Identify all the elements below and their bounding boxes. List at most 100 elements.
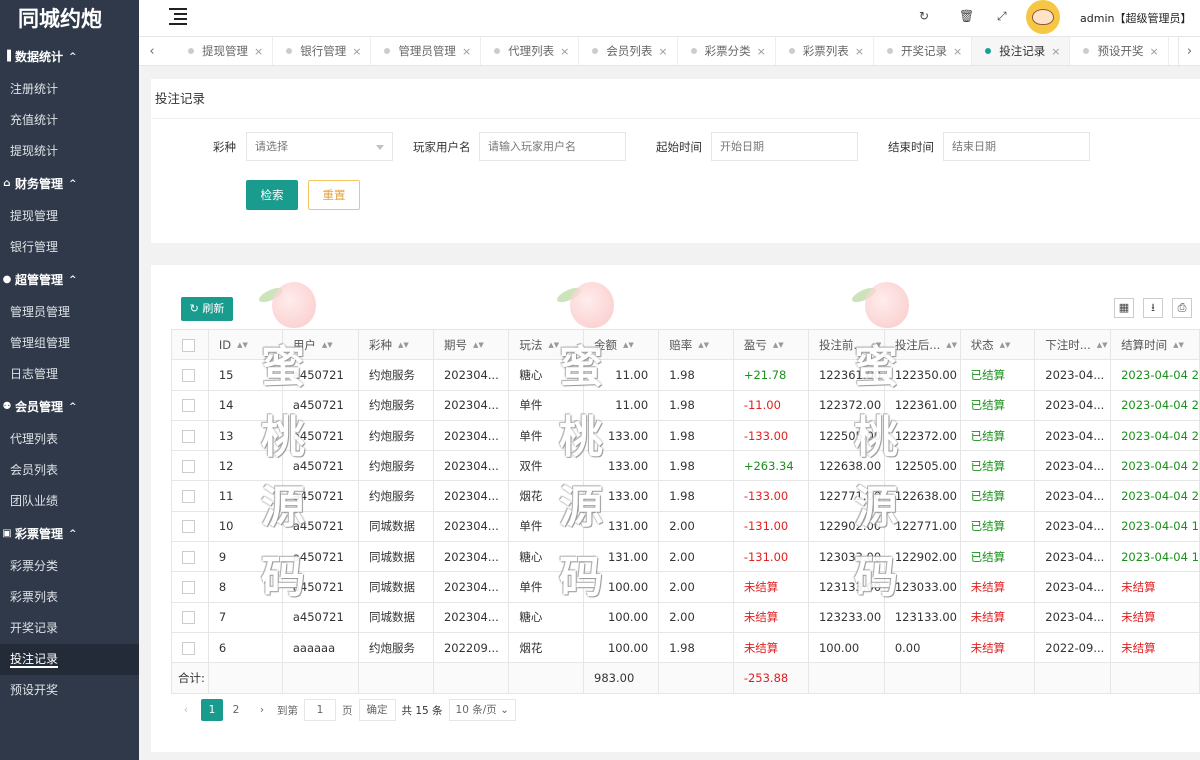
close-icon[interactable]: × bbox=[855, 45, 864, 58]
columns-icon[interactable]: ▦ bbox=[1114, 298, 1134, 318]
table-row[interactable]: 12 a450721 约炮服务 202304... 双件 133.00 1.98 +263.3… bbox=[171, 450, 1200, 482]
column-header[interactable]: 状态 ▲▼ bbox=[959, 328, 1036, 361]
sort-icon[interactable]: ▲▼ bbox=[322, 341, 333, 349]
sort-icon[interactable]: ▲▼ bbox=[1173, 341, 1184, 349]
close-icon[interactable]: × bbox=[1149, 45, 1158, 58]
sidebar-item-2-1[interactable]: 管理组管理 bbox=[0, 328, 139, 359]
sidebar-item-4-1[interactable]: 彩票列表 bbox=[0, 582, 139, 613]
select-all-checkbox[interactable] bbox=[182, 338, 195, 352]
row-checkbox[interactable] bbox=[182, 490, 195, 504]
sort-icon[interactable]: ▲▼ bbox=[398, 341, 409, 349]
sidebar-group-1[interactable]: ⌂ 财务管理 ^ bbox=[0, 167, 139, 201]
sidebar-item-2-2[interactable]: 日志管理 bbox=[0, 359, 139, 390]
page-size-select[interactable]: 10 条/页 ⌄ bbox=[448, 699, 516, 721]
sidebar-item-4-2[interactable]: 开奖记录 bbox=[0, 613, 139, 644]
row-checkbox[interactable] bbox=[182, 459, 195, 473]
row-checkbox[interactable] bbox=[182, 581, 195, 595]
sort-icon[interactable]: ▲▼ bbox=[698, 341, 709, 349]
table-row[interactable]: 8 a450721 同城数据 202304... 单件 100.00 2.00 未结算 1231… bbox=[171, 571, 1200, 603]
close-icon[interactable]: × bbox=[254, 45, 263, 58]
sidebar-item-3-2[interactable]: 团队业绩 bbox=[0, 486, 139, 517]
tab-0[interactable]: 提现管理 × bbox=[175, 37, 274, 65]
next-page-icon[interactable]: › bbox=[251, 699, 273, 721]
table-row[interactable]: 15 a450721 约炮服务 202304... 糖心 11.00 1.98 +21.78 1… bbox=[171, 359, 1200, 391]
sidebar-item-0-0[interactable]: 注册统计 bbox=[0, 74, 139, 105]
column-header[interactable]: ID ▲▼ bbox=[207, 328, 283, 361]
export-icon[interactable]: ⭳ bbox=[1143, 298, 1163, 318]
tab-scroll-left-icon[interactable]: ‹ bbox=[139, 37, 165, 67]
sidebar-item-0-1[interactable]: 充值统计 bbox=[0, 105, 139, 136]
column-header[interactable]: 用户 ▲▼ bbox=[281, 328, 360, 361]
sidebar-item-1-1[interactable]: 银行管理 bbox=[0, 232, 139, 263]
close-icon[interactable]: × bbox=[462, 45, 471, 58]
sidebar-group-2[interactable]: ● 超管管理 ^ bbox=[0, 263, 139, 297]
close-icon[interactable]: × bbox=[658, 45, 667, 58]
trash-icon[interactable]: 🗑 bbox=[959, 9, 974, 23]
refresh-button[interactable]: ↻ 刷新 bbox=[181, 297, 233, 321]
tab-8[interactable]: 投注记录 × bbox=[972, 37, 1071, 65]
row-checkbox[interactable] bbox=[182, 641, 195, 655]
sort-icon[interactable]: ▲▼ bbox=[237, 341, 248, 349]
row-checkbox[interactable] bbox=[182, 611, 195, 625]
user-menu[interactable]: admin【超级管理员】 bbox=[1080, 10, 1191, 26]
reset-button[interactable]: 重置 bbox=[308, 180, 360, 210]
table-row[interactable]: 6 aaaaaa 约炮服务 202209... 烟花 100.00 1.98 未结算 100.0… bbox=[171, 631, 1200, 664]
prev-page-icon[interactable]: ‹ bbox=[175, 699, 197, 721]
sort-icon[interactable]: ▲▼ bbox=[1097, 341, 1108, 349]
page-button-2[interactable]: 2 bbox=[225, 699, 247, 721]
close-icon[interactable]: × bbox=[560, 45, 569, 58]
column-header[interactable]: 盈亏 ▲▼ bbox=[732, 328, 809, 361]
tab-7[interactable]: 开奖记录 × bbox=[874, 37, 973, 65]
search-button[interactable]: 检索 bbox=[246, 180, 298, 210]
sort-icon[interactable]: ▲▼ bbox=[473, 341, 484, 349]
table-row[interactable]: 11 a450721 约炮服务 202304... 烟花 133.00 1.98 -133.0… bbox=[171, 480, 1200, 512]
tab-1[interactable]: 银行管理 × bbox=[273, 37, 372, 65]
column-header[interactable]: 下注时... ▲▼ bbox=[1034, 328, 1112, 361]
menu-toggle-icon[interactable] bbox=[169, 8, 187, 25]
sidebar-group-0[interactable]: ▐ 数据统计 ^ bbox=[0, 40, 139, 74]
column-header[interactable]: 彩种 ▲▼ bbox=[358, 328, 434, 361]
column-header[interactable]: 期号 ▲▼ bbox=[432, 328, 510, 361]
sidebar-item-3-1[interactable]: 会员列表 bbox=[0, 455, 139, 486]
lottery-select[interactable]: 请选择 bbox=[246, 132, 393, 161]
table-row[interactable]: 14 a450721 约炮服务 202304... 单件 11.00 1.98 -11.00 1… bbox=[171, 389, 1200, 421]
table-row[interactable]: 13 a450721 约炮服务 202304... 单件 133.00 1.98 -133.0… bbox=[171, 419, 1200, 452]
close-icon[interactable]: × bbox=[1051, 45, 1060, 58]
table-row[interactable]: 9 a450721 同城数据 202304... 糖心 131.00 2.00 -131.00… bbox=[171, 541, 1200, 573]
sort-icon[interactable]: ▲▼ bbox=[946, 341, 957, 349]
page-button-1[interactable]: 1 bbox=[201, 699, 223, 721]
sort-icon[interactable]: ▲▼ bbox=[548, 341, 559, 349]
close-icon[interactable]: × bbox=[352, 45, 361, 58]
column-header[interactable]: 投注前... ▲▼ bbox=[807, 328, 885, 361]
sort-icon[interactable]: ▲▼ bbox=[773, 341, 784, 349]
row-checkbox[interactable] bbox=[182, 429, 195, 443]
sidebar-item-4-3[interactable]: 投注记录 bbox=[0, 644, 139, 675]
row-checkbox[interactable] bbox=[182, 399, 195, 413]
tab-scroll-right-icon[interactable]: › bbox=[1178, 37, 1200, 67]
sort-icon[interactable]: ▲▼ bbox=[1000, 341, 1011, 349]
username-input[interactable]: 请输入玩家用户名 bbox=[479, 132, 626, 161]
close-icon[interactable]: × bbox=[953, 45, 962, 58]
tab-5[interactable]: 彩票分类 × bbox=[678, 37, 776, 65]
sidebar-item-1-0[interactable]: 提现管理 bbox=[0, 201, 139, 232]
fullscreen-icon[interactable]: ⤢ bbox=[997, 9, 1007, 24]
sidebar-item-4-0[interactable]: 彩票分类 bbox=[0, 551, 139, 582]
start-date-input[interactable]: 开始日期 bbox=[711, 132, 858, 161]
tab-6[interactable]: 彩票列表 × bbox=[776, 37, 875, 65]
sort-icon[interactable]: ▲▼ bbox=[870, 341, 881, 349]
column-header[interactable]: 玩法 ▲▼ bbox=[508, 328, 585, 361]
row-checkbox[interactable] bbox=[182, 368, 195, 382]
sort-icon[interactable]: ▲▼ bbox=[623, 341, 634, 349]
avatar[interactable] bbox=[1026, 0, 1060, 34]
refresh-icon[interactable]: ↻ bbox=[919, 9, 929, 23]
goto-confirm-button[interactable]: 确定 bbox=[358, 699, 396, 721]
sidebar-item-3-0[interactable]: 代理列表 bbox=[0, 424, 139, 455]
column-header[interactable]: 结算时间 ▲▼ bbox=[1110, 328, 1200, 361]
sidebar-item-2-0[interactable]: 管理员管理 bbox=[0, 297, 139, 328]
sidebar-group-4[interactable]: ▣ 彩票管理 ^ bbox=[0, 517, 139, 551]
print-icon[interactable]: ⎙ bbox=[1172, 298, 1192, 318]
tab-3[interactable]: 代理列表 × bbox=[481, 37, 580, 65]
tab-2[interactable]: 管理员管理 × bbox=[371, 37, 482, 65]
column-header[interactable]: 投注后... ▲▼ bbox=[883, 328, 961, 361]
tab-4[interactable]: 会员列表 × bbox=[579, 37, 678, 65]
